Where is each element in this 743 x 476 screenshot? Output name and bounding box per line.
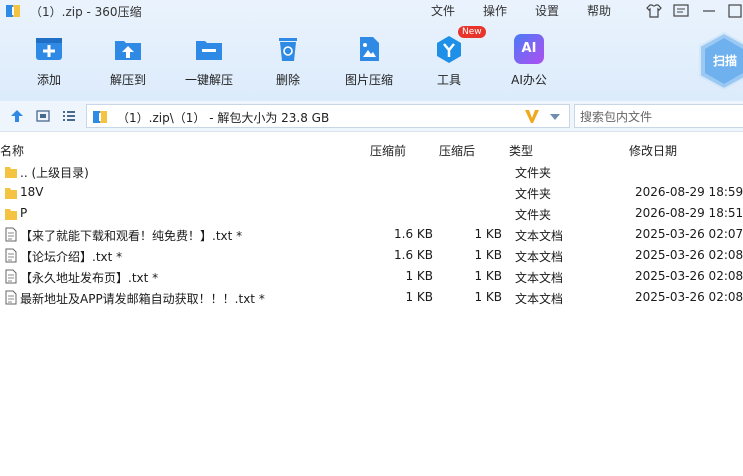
table-row[interactable]: 【论坛介绍】.txt * 1.6 KB 1 KB 文本文档 2025-03-26 02:…: [0, 245, 743, 266]
search-box[interactable]: [574, 104, 743, 128]
toolbar-extract-to-button[interactable]: 解压到: [93, 30, 163, 92]
file-modified: 2025-03-26 02:08: [635, 248, 743, 262]
app-logo-icon: [6, 5, 20, 17]
column-packed[interactable]: 压缩前: [370, 142, 406, 159]
ai-office-icon-text: AI: [521, 41, 537, 56]
toolbar-ai-office-button[interactable]: AI AI办公: [494, 30, 564, 92]
search-input[interactable]: [578, 106, 742, 128]
column-name[interactable]: 名称: [0, 142, 24, 159]
table-row[interactable]: P 文件夹 2026-08-29 18:51: [0, 203, 743, 224]
folder-icon: [4, 185, 18, 200]
toolbar-one-click-extract-button[interactable]: 一键解压: [174, 30, 244, 92]
menu-settings[interactable]: 设置: [535, 2, 559, 19]
thumbnail-view-icon[interactable]: [36, 109, 50, 123]
v-logo-icon[interactable]: [523, 107, 541, 125]
file-name: .. (上级目录): [20, 166, 89, 180]
toolbar-delete-button[interactable]: 删除: [253, 30, 323, 92]
file-type: 文件夹: [515, 208, 552, 222]
minimize-icon[interactable]: [700, 2, 718, 20]
text-file-icon: [4, 269, 18, 284]
up-arrow-icon[interactable]: [10, 109, 24, 123]
window-title: （1）.zip - 360压缩: [30, 5, 142, 19]
file-type: 文件夹: [515, 166, 552, 180]
toolbar-one-click-extract-label: 一键解压: [184, 73, 233, 87]
file-modified: 2025-03-26 02:07: [635, 227, 743, 241]
file-type: 文本文档: [515, 250, 564, 264]
text-file-icon: [4, 290, 18, 305]
folder-icon: [4, 206, 18, 221]
table-row[interactable]: 18V 文件夹 2026-08-29 18:59: [0, 182, 743, 203]
toolbar-tools-label: 工具: [436, 73, 461, 87]
list-view-icon[interactable]: [62, 109, 76, 123]
archive-icon: [93, 111, 107, 123]
toolbar-ai-office-label: AI办公: [511, 73, 547, 87]
menu-operate[interactable]: 操作: [483, 2, 507, 19]
file-name: 最新地址及APP请发邮箱自动获取！！！.txt *: [20, 292, 265, 306]
file-modified: 2025-03-26 02:08: [635, 290, 743, 304]
new-badge: New: [458, 26, 486, 38]
table-row[interactable]: 最新地址及APP请发邮箱自动获取！！！.txt * 1 KB 1 KB 文本文档 202…: [0, 287, 743, 308]
column-modified[interactable]: 修改日期: [629, 142, 677, 159]
skin-icon[interactable]: [645, 2, 663, 20]
toolbar-add-label: 添加: [36, 73, 61, 87]
folder-icon: [4, 164, 18, 179]
file-compressed-size: 1 KB: [474, 227, 502, 241]
title-bar: （1）.zip - 360压缩 文件 操作 设置 帮助: [0, 0, 743, 22]
maximize-icon[interactable]: [726, 2, 743, 20]
address-row: （1）.zip\（1） - 解包大小为 23.8 GB: [0, 101, 743, 132]
file-modified: 2026-08-29 18:59: [635, 185, 743, 199]
toolbar-add-button[interactable]: 添加: [14, 30, 84, 92]
toolbar-image-compress-label: 图片压缩: [344, 73, 393, 87]
address-bar[interactable]: （1）.zip\（1） - 解包大小为 23.8 GB: [86, 104, 570, 128]
text-file-icon: [4, 248, 18, 263]
column-header: 名称 压缩前 压缩后 类型 修改日期: [0, 138, 743, 160]
column-size[interactable]: 压缩后: [439, 142, 475, 159]
file-type: 文本文档: [515, 292, 564, 306]
text-file-icon: [4, 227, 18, 242]
file-name: 【永久地址发布页】.txt *: [20, 271, 159, 285]
scan-button-label[interactable]: 扫描: [713, 52, 737, 69]
ai-office-icon: AI: [514, 34, 544, 64]
file-packed-size: 1 KB: [405, 269, 433, 283]
delete-icon: [279, 38, 297, 61]
file-type: 文本文档: [515, 271, 564, 285]
file-name: 18V: [20, 185, 44, 199]
menu-file[interactable]: 文件: [431, 2, 455, 19]
feedback-icon[interactable]: [672, 2, 690, 20]
column-type[interactable]: 类型: [509, 142, 533, 159]
file-type: 文本文档: [515, 229, 564, 243]
file-compressed-size: 1 KB: [474, 269, 502, 283]
one-click-extract-icon: [196, 41, 222, 60]
file-name: 【来了就能下载和观看！纯免费！】.txt *: [20, 229, 243, 243]
file-modified: 2026-08-29 18:51: [635, 206, 743, 220]
table-row[interactable]: 【永久地址发布页】.txt * 1 KB 1 KB 文本文档 2025-03-26 02…: [0, 266, 743, 287]
extract-to-icon: [115, 41, 141, 60]
file-modified: 2025-03-26 02:08: [635, 269, 743, 283]
file-name: 【论坛介绍】.txt *: [20, 250, 123, 264]
menu-help[interactable]: 帮助: [587, 2, 611, 19]
toolbar-extract-to-label: 解压到: [109, 73, 146, 87]
chevron-down-icon[interactable]: [549, 113, 561, 121]
top-panel: （1）.zip - 360压缩 文件 操作 设置 帮助 添加 解压到 一键解压 …: [0, 0, 743, 101]
tools-icon: [437, 36, 461, 63]
file-packed-size: 1 KB: [405, 290, 433, 304]
image-compress-icon: [360, 37, 379, 61]
toolbar-delete-label: 删除: [275, 73, 300, 87]
add-icon: [36, 38, 62, 60]
file-packed-size: 1.6 KB: [394, 227, 433, 241]
address-path: （1）.zip\（1） - 解包大小为 23.8 GB: [117, 111, 330, 125]
file-type: 文件夹: [515, 187, 552, 201]
table-row[interactable]: .. (上级目录) 文件夹: [0, 161, 743, 182]
toolbar-image-compress-button[interactable]: 图片压缩: [334, 30, 404, 92]
file-packed-size: 1.6 KB: [394, 248, 433, 262]
toolbar-tools-button[interactable]: New 工具: [414, 26, 486, 92]
file-name: P: [20, 206, 28, 220]
table-row[interactable]: 【来了就能下载和观看！纯免费！】.txt * 1.6 KB 1 KB 文本文档 2025…: [0, 224, 743, 245]
file-compressed-size: 1 KB: [474, 290, 502, 304]
file-compressed-size: 1 KB: [474, 248, 502, 262]
